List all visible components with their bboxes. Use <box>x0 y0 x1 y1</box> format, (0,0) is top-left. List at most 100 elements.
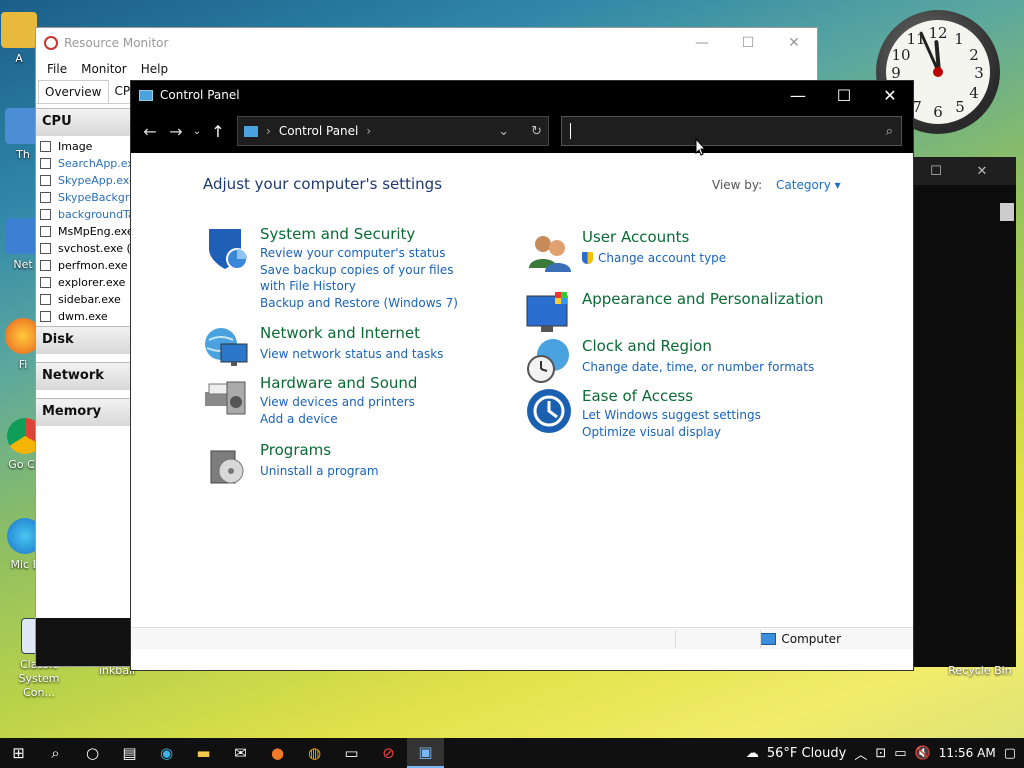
console-window[interactable]: ☐ ✕ <box>912 157 1016 667</box>
recent-chevron-down-icon[interactable]: ⌄ <box>189 126 205 137</box>
weather-text[interactable]: 56°F Cloudy <box>767 746 846 761</box>
list-item: perfmon.exe <box>40 257 128 274</box>
refresh-icon[interactable]: ↻ <box>531 124 542 139</box>
category-title[interactable]: Programs <box>260 441 379 459</box>
checkbox[interactable] <box>40 141 51 152</box>
category-ease-of-access: Ease of Access Let Windows suggest setti… <box>525 387 825 440</box>
notification-icon[interactable]: ▢ <box>1004 746 1016 761</box>
breadcrumb-chevron-icon[interactable]: › <box>366 124 371 138</box>
resource-monitor-taskbar-icon[interactable]: ⊘ <box>370 738 407 768</box>
view-by-dropdown[interactable]: Category ▾ <box>776 178 841 192</box>
console-close-button[interactable]: ✕ <box>959 164 1005 179</box>
link-file-history[interactable]: Save backup copies of your files with Fi… <box>260 262 463 294</box>
section-network[interactable]: Network <box>36 362 130 390</box>
console-maximize-button[interactable]: ☐ <box>913 164 959 179</box>
category-title[interactable]: Hardware and Sound <box>260 374 417 392</box>
link-devices-printers[interactable]: View devices and printers <box>260 394 417 410</box>
link-backup-restore[interactable]: Backup and Restore (Windows 7) <box>260 295 463 311</box>
cp-minimize-button[interactable]: — <box>775 81 821 109</box>
menu-file[interactable]: File <box>40 62 74 76</box>
control-panel-taskbar-icon[interactable]: ▣ <box>407 738 444 768</box>
category-programs: Programs Uninstall a program <box>203 441 463 489</box>
category-title[interactable]: Appearance and Personalization <box>582 290 824 308</box>
category-network-internet: Network and Internet View network status… <box>203 324 463 372</box>
address-bar[interactable]: › Control Panel › ⌄ ↻ <box>237 116 549 146</box>
link-uninstall-program[interactable]: Uninstall a program <box>260 463 379 479</box>
checkbox[interactable] <box>40 175 51 186</box>
link-add-device[interactable]: Add a device <box>260 411 417 427</box>
search-icon[interactable]: ⌕ <box>37 738 74 768</box>
tab-overview[interactable]: Overview <box>38 80 109 103</box>
link-optimize-display[interactable]: Optimize visual display <box>582 424 761 440</box>
address-dropdown-icon[interactable]: ⌄ <box>498 124 509 139</box>
search-icon[interactable]: ⌕ <box>886 124 893 139</box>
checkbox[interactable] <box>40 260 51 271</box>
rm-menubar: File Monitor Help <box>36 58 817 80</box>
checkbox[interactable] <box>40 226 51 237</box>
windows-start-icon[interactable]: ⊞ <box>0 738 37 768</box>
link-change-account-type[interactable]: Change account type <box>582 250 726 266</box>
checkbox[interactable] <box>40 277 51 288</box>
forward-arrow-icon[interactable]: → <box>163 122 189 141</box>
clock-time[interactable]: 11:56 AM <box>939 746 996 760</box>
chevron-up-icon[interactable]: ︿ <box>854 744 867 763</box>
console-scrollbar[interactable] <box>1000 203 1014 221</box>
status-divider <box>760 630 761 648</box>
network-icon[interactable]: ⊡ <box>875 746 886 761</box>
cp-navbar: ← → ⌄ ↑ › Control Panel › ⌄ ↻ ⌕ <box>131 109 913 153</box>
chrome-taskbar-icon[interactable]: ◍ <box>296 738 333 768</box>
menu-monitor[interactable]: Monitor <box>74 62 134 76</box>
menu-help[interactable]: Help <box>134 62 175 76</box>
cortana-circle-icon[interactable]: ○ <box>74 738 111 768</box>
rm-minimize-button[interactable]: — <box>679 35 725 51</box>
checkbox[interactable] <box>40 311 51 322</box>
text-caret <box>570 123 571 139</box>
link-windows-suggest[interactable]: Let Windows suggest settings <box>582 407 761 423</box>
checkbox[interactable] <box>40 294 51 305</box>
checkbox[interactable] <box>40 243 51 254</box>
category-title[interactable]: User Accounts <box>582 228 726 246</box>
category-title[interactable]: Ease of Access <box>582 387 761 405</box>
firefox-taskbar-icon[interactable]: ● <box>259 738 296 768</box>
category-appearance: Appearance and Personalization <box>525 290 825 338</box>
section-memory[interactable]: Memory <box>36 398 130 426</box>
edge-taskbar-icon[interactable]: ◉ <box>148 738 185 768</box>
programs-disc-icon <box>203 441 251 489</box>
back-arrow-icon[interactable]: ← <box>137 122 163 141</box>
resource-monitor-icon <box>44 36 58 50</box>
category-title[interactable]: System and Security <box>260 225 463 243</box>
category-title[interactable]: Clock and Region <box>582 337 814 355</box>
search-input[interactable]: ⌕ <box>561 116 902 146</box>
checkbox[interactable] <box>40 209 51 220</box>
link-network-status[interactable]: View network status and tasks <box>260 346 443 362</box>
breadcrumb-separator-icon: › <box>266 124 271 138</box>
checkbox[interactable] <box>40 158 51 169</box>
volume-muted-icon[interactable]: 🔇 <box>915 746 931 761</box>
cp-maximize-button[interactable]: ☐ <box>821 81 867 109</box>
control-panel-window[interactable]: Control Panel — ☐ ✕ ← → ⌄ ↑ › Control Pa… <box>130 80 914 671</box>
weather-cloud-icon[interactable]: ☁ <box>746 746 759 761</box>
link-date-time-formats[interactable]: Change date, time, or number formats <box>582 359 814 375</box>
printer-speaker-icon <box>203 374 251 422</box>
task-view-icon[interactable]: ▤ <box>111 738 148 768</box>
file-explorer-icon[interactable]: ▬ <box>185 738 222 768</box>
category-user-accounts: User Accounts Change account type <box>525 228 825 276</box>
checkbox[interactable] <box>40 192 51 203</box>
section-disk[interactable]: Disk <box>36 326 130 354</box>
rm-maximize-button[interactable]: ☐ <box>725 35 771 51</box>
section-cpu[interactable]: CPU <box>36 108 130 136</box>
command-prompt-icon[interactable]: ▭ <box>333 738 370 768</box>
shield-icon <box>203 225 251 273</box>
category-title[interactable]: Network and Internet <box>260 324 443 342</box>
monitor-icon[interactable]: ▭ <box>894 746 906 761</box>
cp-close-button[interactable]: ✕ <box>867 81 913 109</box>
desktop-icon-recycle-bin[interactable]: Recycle Bin <box>940 664 1020 677</box>
rm-close-button[interactable]: ✕ <box>771 35 817 51</box>
users-icon <box>525 228 573 276</box>
link-review-status[interactable]: Review your computer's status <box>260 245 463 261</box>
control-panel-icon <box>139 89 153 101</box>
breadcrumb[interactable]: Control Panel <box>279 124 359 138</box>
up-arrow-icon[interactable]: ↑ <box>205 122 231 141</box>
mail-icon[interactable]: ✉ <box>222 738 259 768</box>
uac-shield-icon <box>582 252 593 264</box>
